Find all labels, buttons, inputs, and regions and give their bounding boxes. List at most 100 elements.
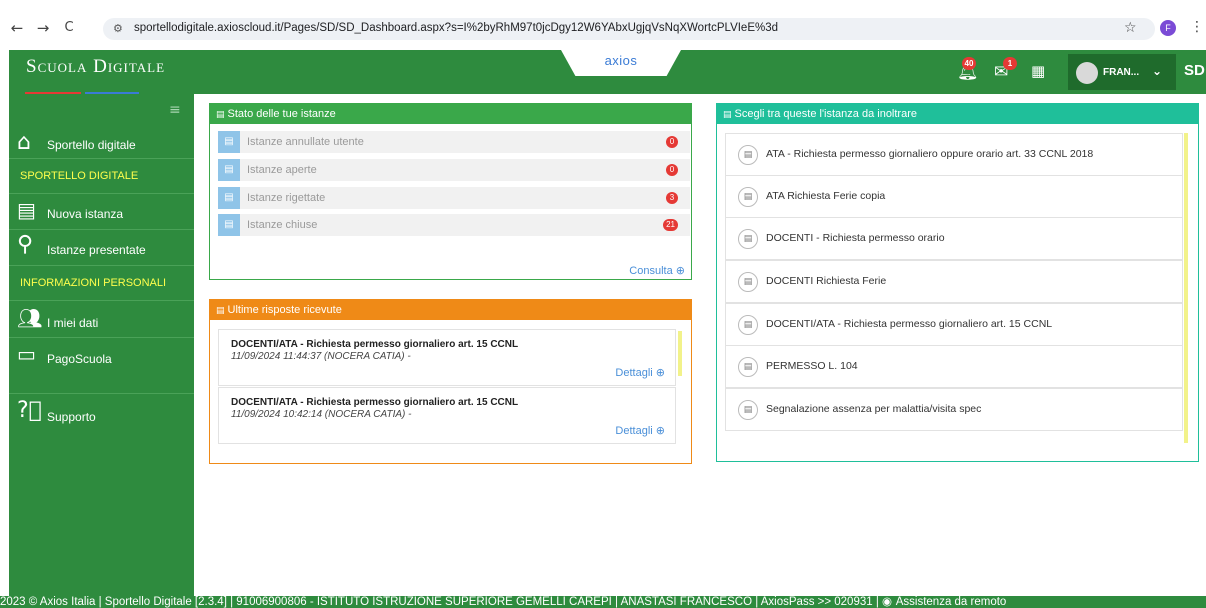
- istanza-label: DOCENTI Richiesta Ferie: [766, 275, 887, 287]
- support-icon: ◉: [882, 596, 896, 608]
- message-icon: ▤: [216, 110, 225, 120]
- sidebar: ≡ ⌂ Sportello digitale SPORTELLO DIGITAL…: [9, 94, 194, 596]
- sidebar-item-istanze-presentate[interactable]: ⚲ Istanze presentate: [9, 232, 194, 262]
- arrow-right-circle-icon: ⊕: [655, 366, 665, 379]
- arrow-right-circle-icon: ⊕: [655, 424, 665, 437]
- message-icon: ▤: [738, 400, 758, 420]
- istanza-option[interactable]: ▤ ATA - Richiesta permesso giornaliero o…: [725, 133, 1183, 176]
- logo-underline: [25, 82, 195, 113]
- istanza-option[interactable]: ▤ Segnalazione assenza per malattia/visi…: [725, 388, 1183, 431]
- help-icon: ?⃝: [17, 398, 42, 423]
- calendar-icon[interactable]: ▦: [1031, 62, 1045, 80]
- axios-logo: axios: [604, 53, 638, 68]
- link-label: Dettagli: [615, 367, 653, 379]
- section-label: SPORTELLO DIGITALE: [20, 170, 139, 182]
- section-informazioni-personali: INFORMAZIONI PERSONALI: [9, 265, 194, 301]
- stato-row-rigettate[interactable]: ▤ Istanze rigettate 3: [218, 187, 690, 209]
- message-icon: ▤: [738, 229, 758, 249]
- istanza-option[interactable]: ▤ DOCENTI Richiesta Ferie: [725, 260, 1183, 303]
- row-label: Istanze rigettate: [247, 192, 326, 204]
- user-avatar: [1076, 62, 1098, 84]
- sidebar-item-label: Istanze presentate: [47, 243, 146, 257]
- axios-brand-tab: axios: [561, 50, 681, 76]
- footer-info: 2023 © Axios Italia | Sportello Digitale…: [0, 596, 879, 608]
- divider: [9, 337, 194, 338]
- risposte-panel-header: ▤ Ultime risposte ricevute: [210, 300, 691, 320]
- chevron-down-icon[interactable]: ⌄: [1152, 64, 1162, 78]
- message-icon: ▤: [738, 187, 758, 207]
- dettagli-link[interactable]: Dettagli ⊕: [615, 424, 665, 437]
- message-icon: ▤: [218, 187, 240, 209]
- stato-row-aperte[interactable]: ▤ Istanze aperte 0: [218, 159, 690, 181]
- link-label: Consulta: [629, 265, 673, 277]
- risposta-item[interactable]: DOCENTI/ATA - Richiesta permesso giornal…: [218, 387, 676, 444]
- risposta-title: DOCENTI/ATA - Richiesta permesso giornal…: [231, 397, 519, 408]
- divider: [9, 393, 194, 394]
- reload-icon[interactable]: C: [61, 20, 77, 36]
- istanza-label: PERMESSO L. 104: [766, 360, 858, 372]
- profile-avatar[interactable]: F: [1160, 20, 1176, 36]
- forward-icon[interactable]: →: [35, 20, 51, 36]
- message-icon: ▤: [17, 198, 36, 222]
- istanza-option[interactable]: ▤ DOCENTI/ATA - Richiesta permesso giorn…: [725, 303, 1183, 346]
- sd-mark: SD: [1184, 62, 1205, 79]
- app-header: Scuola Digitale axios 🔔︎ 40 ✉ 1 ▦ FRAN..…: [9, 50, 1206, 113]
- dettagli-link[interactable]: Dettagli ⊕: [615, 366, 665, 379]
- sidebar-item-nuova-istanza[interactable]: ▤ Nuova istanza: [9, 198, 194, 226]
- message-icon: ▤: [218, 131, 240, 153]
- count-badge: 21: [663, 219, 678, 231]
- section-label: INFORMAZIONI PERSONALI: [20, 277, 167, 289]
- risposte-panel: ▤ Ultime risposte ricevute DOCENTI/ATA - …: [209, 299, 692, 464]
- site-settings-icon[interactable]: ⚙: [113, 22, 127, 36]
- sidebar-item-label: Nuova istanza: [47, 207, 124, 221]
- browser-toolbar: ← → C ⚙ sportellodigitale.axioscloud.it/…: [0, 0, 1206, 56]
- message-icon: ▤: [738, 145, 758, 165]
- risposta-title: DOCENTI/ATA - Richiesta permesso giornal…: [231, 339, 519, 350]
- app-footer: 2023 © Axios Italia | Sportello Digitale…: [0, 596, 1206, 608]
- message-icon: ▤: [738, 272, 758, 292]
- sidebar-item-sportello-digitale[interactable]: ⌂ Sportello digitale: [9, 130, 194, 158]
- scegli-panel-header: ▤ Scegli tra queste l'istanza da inoltrar…: [717, 104, 1198, 124]
- risposta-item[interactable]: DOCENTI/ATA - Richiesta permesso giornal…: [218, 329, 676, 386]
- istanza-label: ATA Richiesta Ferie copia: [766, 190, 886, 202]
- sidebar-item-supporto[interactable]: ?⃝ Supporto: [9, 398, 194, 430]
- message-icon: ▤: [216, 306, 225, 316]
- istanza-option[interactable]: ▤ ATA Richiesta Ferie copia: [725, 175, 1183, 218]
- sidebar-item-label: Supporto: [47, 410, 96, 424]
- user-menu[interactable]: FRAN... ⌄: [1068, 54, 1176, 90]
- scrollbar[interactable]: [678, 331, 682, 376]
- section-sportello-digitale: SPORTELLO DIGITALE: [9, 158, 194, 194]
- assistenza-link[interactable]: Assistenza da remoto: [896, 596, 1007, 608]
- user-name: FRAN...: [1103, 67, 1140, 78]
- istanza-option[interactable]: ▤ PERMESSO L. 104: [725, 345, 1183, 388]
- count-badge: 0: [666, 136, 678, 148]
- message-icon: ▤: [738, 357, 758, 377]
- messages-badge: 1: [1003, 57, 1017, 70]
- users-icon: 👥︎: [17, 306, 43, 330]
- istanza-option[interactable]: ▤ DOCENTI - Richiesta permesso orario: [725, 217, 1183, 260]
- address-bar[interactable]: ⚙ sportellodigitale.axioscloud.it/Pages/…: [103, 18, 1155, 40]
- footer-text: 2023 © Axios Italia | Sportello Digitale…: [0, 596, 1006, 608]
- scegli-panel: ▤ Scegli tra queste l'istanza da inoltrar…: [716, 103, 1199, 462]
- menu-toggle-icon[interactable]: ≡: [169, 102, 181, 118]
- stato-row-annullate[interactable]: ▤ Istanze annullate utente 0: [218, 131, 690, 153]
- row-label: Istanze chiuse: [247, 219, 318, 231]
- back-icon[interactable]: ←: [9, 20, 25, 36]
- url-text[interactable]: sportellodigitale.axioscloud.it/Pages/SD…: [134, 22, 778, 34]
- stato-row-chiuse[interactable]: ▤ Istanze chiuse 21: [218, 214, 690, 236]
- sidebar-item-pagoscuola[interactable]: ▭ PagoScuola: [9, 342, 194, 372]
- link-label: Dettagli: [615, 425, 653, 437]
- istanza-label: ATA - Richiesta permesso giornaliero opp…: [766, 148, 1094, 160]
- message-icon: ▤: [218, 159, 240, 181]
- risposta-subtitle: 11/09/2024 11:44:37 (NOCERA CATIA) -: [231, 351, 411, 362]
- scrollbar[interactable]: [1184, 133, 1188, 443]
- bookmark-star-icon[interactable]: ☆: [1124, 20, 1137, 36]
- search-icon: ⚲: [17, 232, 34, 257]
- browser-menu-icon[interactable]: ⋮: [1190, 19, 1204, 35]
- row-label: Istanze aperte: [247, 164, 317, 176]
- sidebar-item-i-miei-dati[interactable]: 👥︎ I miei dati: [9, 306, 194, 336]
- consulta-link[interactable]: Consulta ⊕: [629, 264, 685, 277]
- istanza-label: DOCENTI - Richiesta permesso orario: [766, 232, 945, 244]
- arrow-right-circle-icon: ⊕: [675, 264, 685, 277]
- app-logo[interactable]: Scuola Digitale: [26, 56, 165, 78]
